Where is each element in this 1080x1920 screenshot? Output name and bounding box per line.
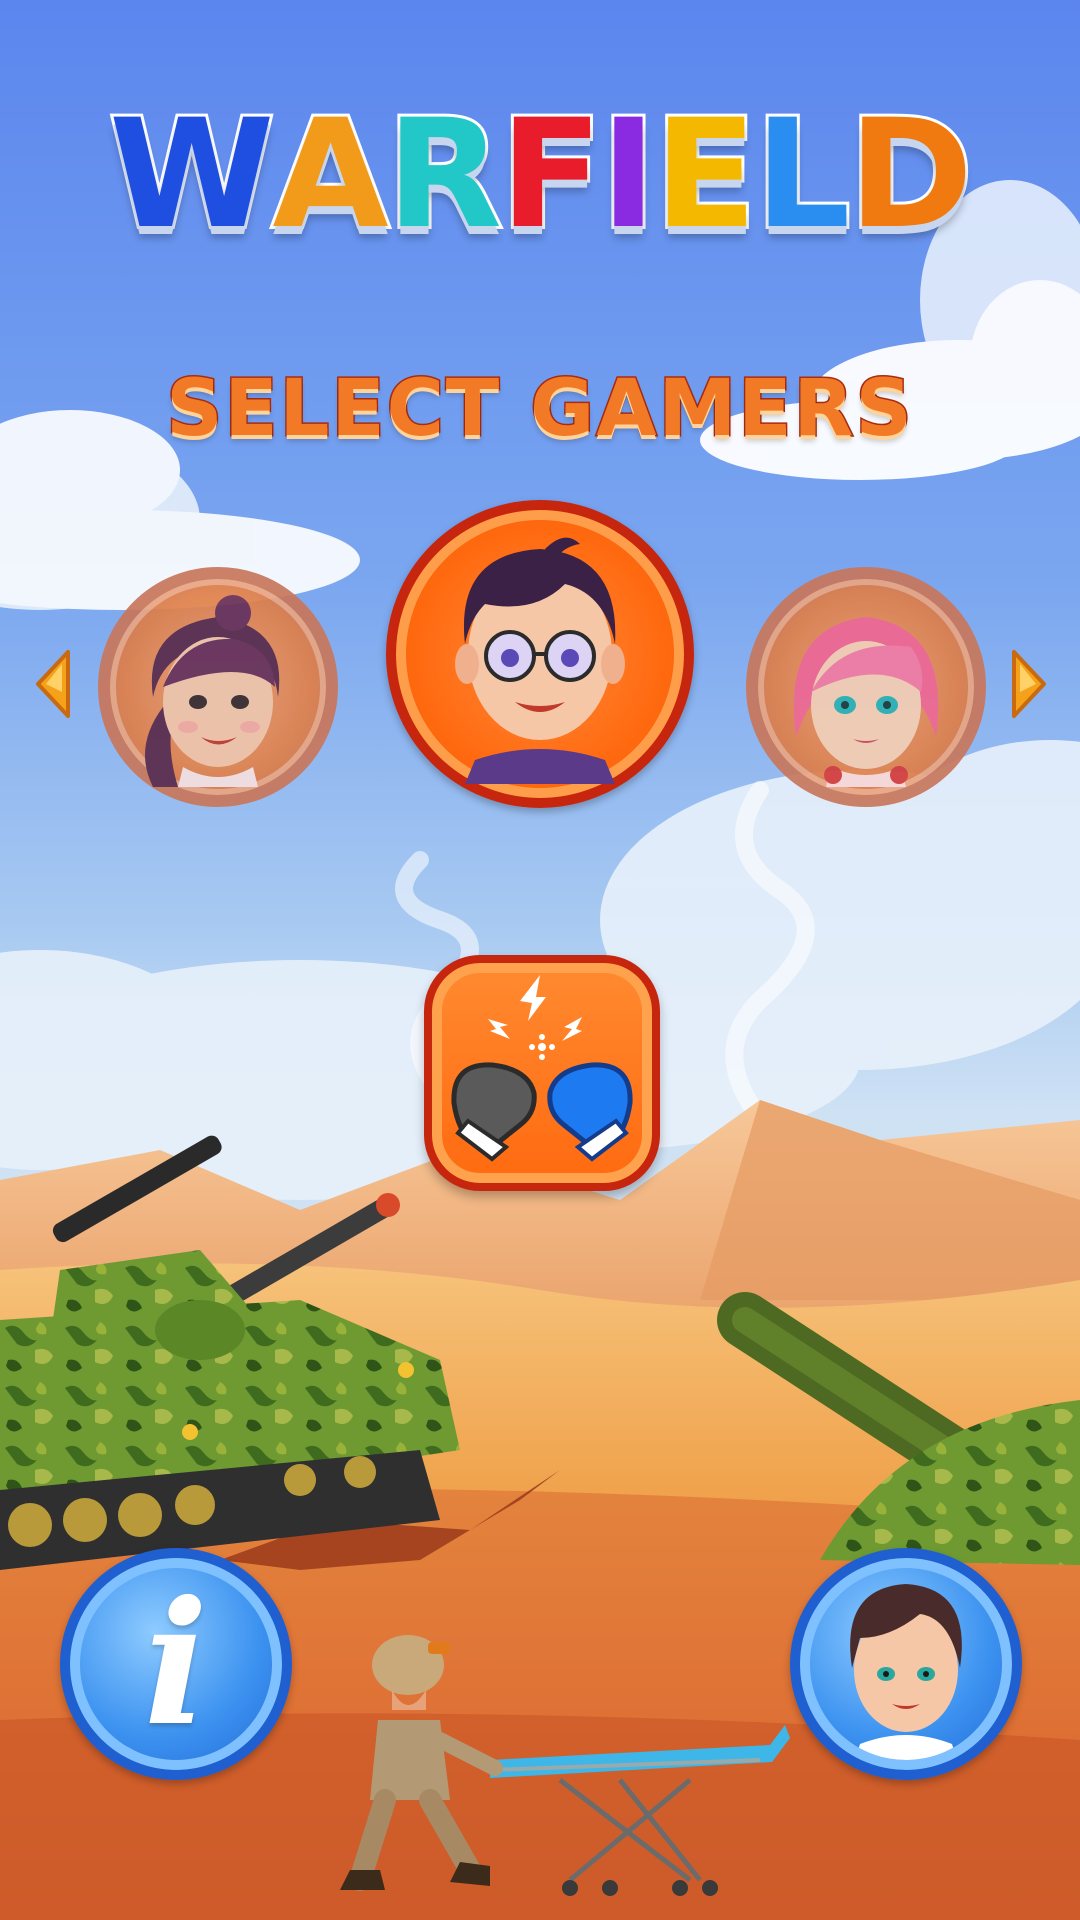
player-profile-button[interactable]: [790, 1548, 1022, 1780]
blue-glove-icon: [547, 1062, 633, 1162]
title-letter: L: [752, 88, 854, 262]
gamer-avatar-selected[interactable]: [386, 500, 694, 808]
title-letter: W: [106, 88, 277, 262]
title-letter: F: [497, 88, 606, 262]
title-letter: I: [598, 88, 660, 262]
arrow-right-icon[interactable]: [1010, 648, 1048, 720]
title-letter: E: [651, 88, 760, 262]
title-letter: D: [845, 88, 975, 262]
game-screen: WARFIELD SELECT GAMERS i: [0, 0, 1080, 1920]
boxing-gloves-icon: [451, 975, 633, 1162]
info-button[interactable]: i: [60, 1548, 292, 1780]
player-avatar-icon: [850, 1584, 962, 1760]
boy-glasses-avatar-icon: [455, 537, 625, 784]
gamer-avatar-right[interactable]: [746, 567, 986, 807]
game-title-logo: WARFIELD: [0, 88, 1080, 262]
arrow-left-icon[interactable]: [34, 648, 72, 720]
select-gamers-heading: SELECT GAMERS: [165, 363, 914, 456]
girl-brunette-avatar-icon: [145, 595, 280, 787]
title-letter: R: [384, 88, 505, 262]
gamer-avatar-left[interactable]: [98, 567, 338, 807]
versus-play-button[interactable]: [424, 955, 660, 1191]
gray-glove-icon: [451, 1062, 537, 1162]
info-icon: i: [143, 1564, 209, 1764]
girl-pink-hair-avatar-icon: [793, 617, 939, 787]
title-letter: A: [269, 88, 391, 262]
spark-icon: [488, 975, 582, 1060]
